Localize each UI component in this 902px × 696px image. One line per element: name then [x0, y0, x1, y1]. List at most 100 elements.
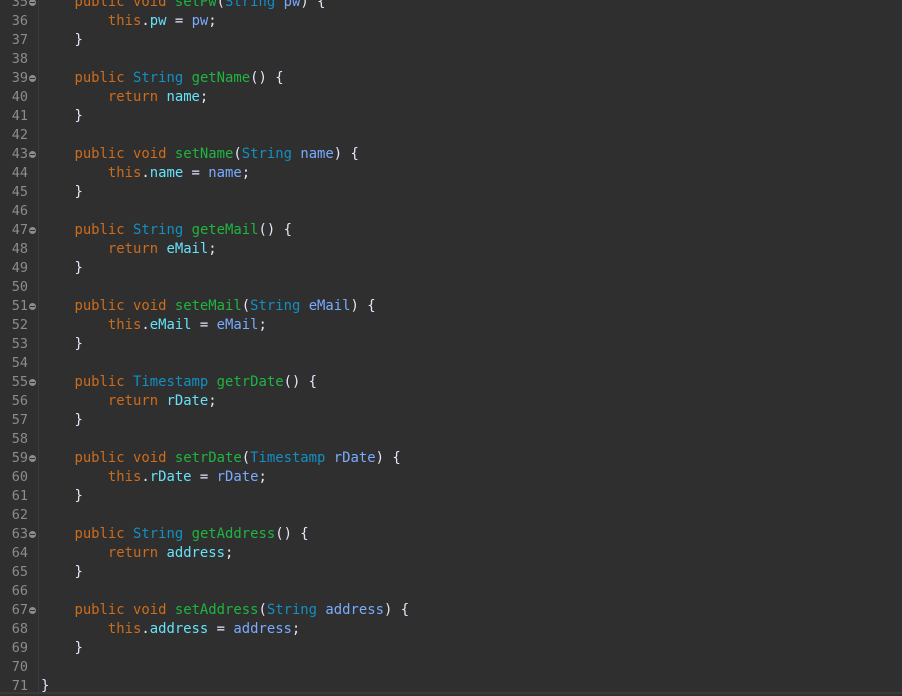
code-editor[interactable]: 35 public void setPw(String pw) {36 this…: [0, 0, 902, 694]
collapse-fold-icon[interactable]: [29, 303, 36, 310]
code-token: }: [41, 488, 83, 504]
code-token: rDate: [149, 469, 192, 485]
line-number: 51: [11, 298, 28, 314]
code-text: this.name = name;: [41, 164, 250, 183]
code-line[interactable]: 56 return rDate;: [0, 392, 902, 411]
line-number: 67: [11, 602, 28, 618]
code-token: .: [141, 165, 150, 181]
collapse-fold-icon[interactable]: [29, 75, 36, 82]
code-line[interactable]: 53 }: [0, 335, 902, 354]
code-line[interactable]: 54: [0, 354, 902, 373]
code-token: public: [74, 146, 125, 162]
code-line[interactable]: 48 return eMail;: [0, 240, 902, 259]
code-line[interactable]: 62: [0, 506, 902, 525]
code-line[interactable]: 61 }: [0, 487, 902, 506]
code-line[interactable]: 59 public void setrDate(Timestamp rDate)…: [0, 449, 902, 468]
code-token: ;: [225, 545, 234, 561]
code-line[interactable]: 40 return name;: [0, 88, 902, 107]
code-line[interactable]: 38: [0, 50, 902, 69]
collapse-fold-icon[interactable]: [29, 151, 36, 158]
code-token: public: [74, 450, 125, 466]
code-line[interactable]: 44 this.name = name;: [0, 164, 902, 183]
collapse-fold-icon[interactable]: [29, 0, 36, 6]
code-line[interactable]: 36 this.pw = pw;: [0, 12, 902, 31]
code-line[interactable]: 35 public void setPw(String pw) {: [0, 0, 902, 12]
code-token: setrDate: [174, 450, 242, 466]
code-line[interactable]: 42: [0, 126, 902, 145]
code-line[interactable]: 39 public String getName() {: [0, 69, 902, 88]
line-number: 61: [11, 488, 28, 504]
code-text: this.rDate = rDate;: [41, 468, 267, 487]
code-token: ;: [241, 165, 251, 181]
code-token: public: [74, 0, 125, 10]
code-line[interactable]: 50: [0, 278, 902, 297]
code-token: }: [41, 640, 83, 656]
code-token: getName: [191, 70, 251, 86]
collapse-fold-icon[interactable]: [29, 379, 36, 386]
line-number: 60: [11, 469, 28, 485]
code-lines[interactable]: 35 public void setPw(String pw) {36 this…: [0, 0, 902, 696]
code-token: this: [107, 469, 142, 485]
code-line[interactable]: 60 this.rDate = rDate;: [0, 468, 902, 487]
code-token: pw: [149, 13, 167, 29]
code-line[interactable]: 46: [0, 202, 902, 221]
code-token: eMail: [166, 241, 209, 257]
collapse-fold-icon[interactable]: [29, 455, 36, 462]
collapse-fold-icon[interactable]: [29, 531, 36, 538]
collapse-fold-icon[interactable]: [29, 227, 36, 234]
code-line[interactable]: 65 }: [0, 563, 902, 582]
code-token: }: [41, 564, 83, 580]
code-line[interactable]: 67 public void setAddress(String address…: [0, 601, 902, 620]
code-line[interactable]: 41 }: [0, 107, 902, 126]
code-line[interactable]: 68 this.address = address;: [0, 620, 902, 639]
code-line[interactable]: 57 }: [0, 411, 902, 430]
code-token: pw: [191, 13, 209, 29]
code-text: public String getAddress() {: [41, 525, 308, 544]
code-line[interactable]: 58: [0, 430, 902, 449]
code-token: public: [74, 70, 125, 86]
code-token: ;: [208, 241, 217, 257]
code-line[interactable]: 66: [0, 582, 902, 601]
code-line[interactable]: 63 public String getAddress() {: [0, 525, 902, 544]
line-number: 55: [11, 374, 28, 390]
code-line[interactable]: 55 public Timestamp getrDate() {: [0, 373, 902, 392]
code-line[interactable]: 45 }: [0, 183, 902, 202]
line-number: 50: [11, 279, 28, 295]
code-line[interactable]: 49 }: [0, 259, 902, 278]
code-line[interactable]: 43 public void setName(String name) {: [0, 145, 902, 164]
code-line[interactable]: 47 public String geteMail() {: [0, 221, 902, 240]
code-line[interactable]: 51 public void seteMail(String eMail) {: [0, 297, 902, 316]
line-number: 48: [11, 241, 28, 257]
code-line[interactable]: 70: [0, 658, 902, 677]
line-number: 41: [11, 108, 28, 124]
code-line[interactable]: 37 }: [0, 31, 902, 50]
code-token: String: [241, 146, 292, 162]
code-text: public void setName(String name) {: [41, 145, 358, 164]
line-number: 39: [11, 70, 28, 86]
code-token: setPw: [174, 0, 217, 10]
code-line[interactable]: 52 this.eMail = eMail;: [0, 316, 902, 335]
code-text: public String geteMail() {: [41, 221, 291, 240]
code-text: }: [41, 487, 83, 506]
line-number: 40: [11, 89, 28, 105]
code-line[interactable]: 69 }: [0, 639, 902, 658]
line-number: 46: [11, 203, 28, 219]
code-text: }: [41, 259, 82, 278]
code-token: return: [107, 545, 159, 561]
code-token: ) {: [375, 450, 401, 466]
code-line[interactable]: 64 return address;: [0, 544, 902, 563]
line-number: 35: [11, 0, 28, 10]
collapse-fold-icon[interactable]: [29, 607, 36, 614]
code-token: String: [133, 222, 184, 238]
